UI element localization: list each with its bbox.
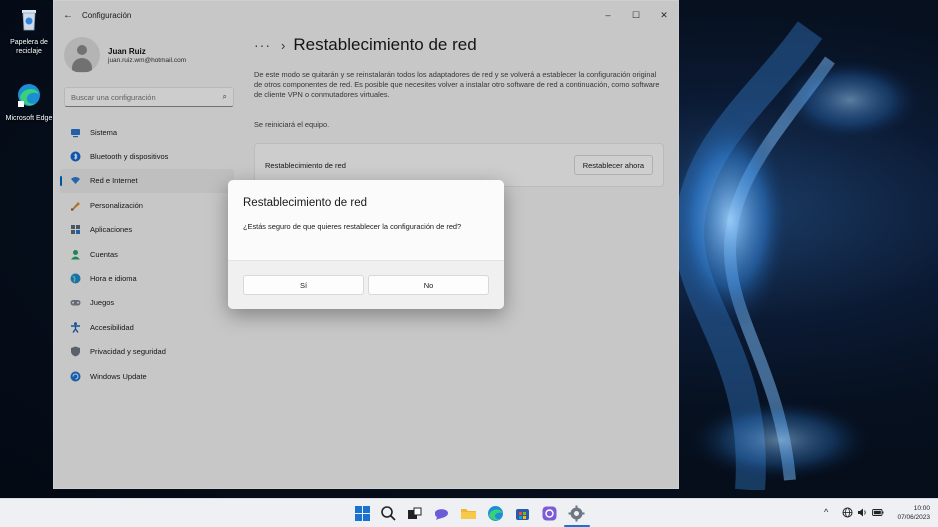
no-button[interactable]: No [368, 275, 489, 295]
desktop-icon-label: Papelera de reciclaje [10, 39, 48, 55]
teams-icon[interactable] [541, 505, 558, 522]
recycle-bin-icon [22, 10, 36, 31]
yes-button[interactable]: Sí [243, 275, 364, 295]
settings-icon[interactable] [568, 505, 585, 522]
start-icon[interactable] [354, 505, 371, 522]
dialog-footer: Sí No [228, 260, 504, 309]
chevron-up-icon[interactable]: ^ [824, 507, 828, 517]
desktop-icon-label: Microsoft Edge [5, 115, 53, 122]
taskbar: ^ 10:00 07/06/2023 [0, 498, 938, 527]
edge-icon [18, 84, 40, 107]
clock-date: 07/06/2023 [897, 514, 930, 521]
network-status-icon[interactable] [842, 507, 853, 518]
wallpaper-swirl [670, 21, 920, 490]
confirm-dialog: Restablecimiento de red ¿Estás seguro de… [228, 180, 504, 309]
desktop-icon-recycle-bin[interactable]: Papelera de reciclaje [1, 6, 57, 56]
edge-icon[interactable] [487, 505, 504, 522]
search-icon[interactable] [380, 505, 397, 522]
clock-time: 10:00 [913, 505, 930, 512]
dialog-message: ¿Estás seguro de que quieres restablecer… [243, 222, 462, 231]
volume-icon[interactable] [857, 507, 868, 518]
task-view-icon[interactable] [406, 505, 423, 522]
file-explorer-icon[interactable] [460, 505, 477, 522]
chat-icon[interactable] [433, 505, 450, 522]
dialog-title: Restablecimiento de red [243, 197, 368, 209]
battery-icon[interactable] [872, 508, 884, 517]
system-clock[interactable]: 10:00 07/06/2023 [897, 504, 930, 522]
desktop-icon-edge[interactable]: Microsoft Edge [1, 82, 57, 123]
store-icon[interactable] [514, 505, 531, 522]
